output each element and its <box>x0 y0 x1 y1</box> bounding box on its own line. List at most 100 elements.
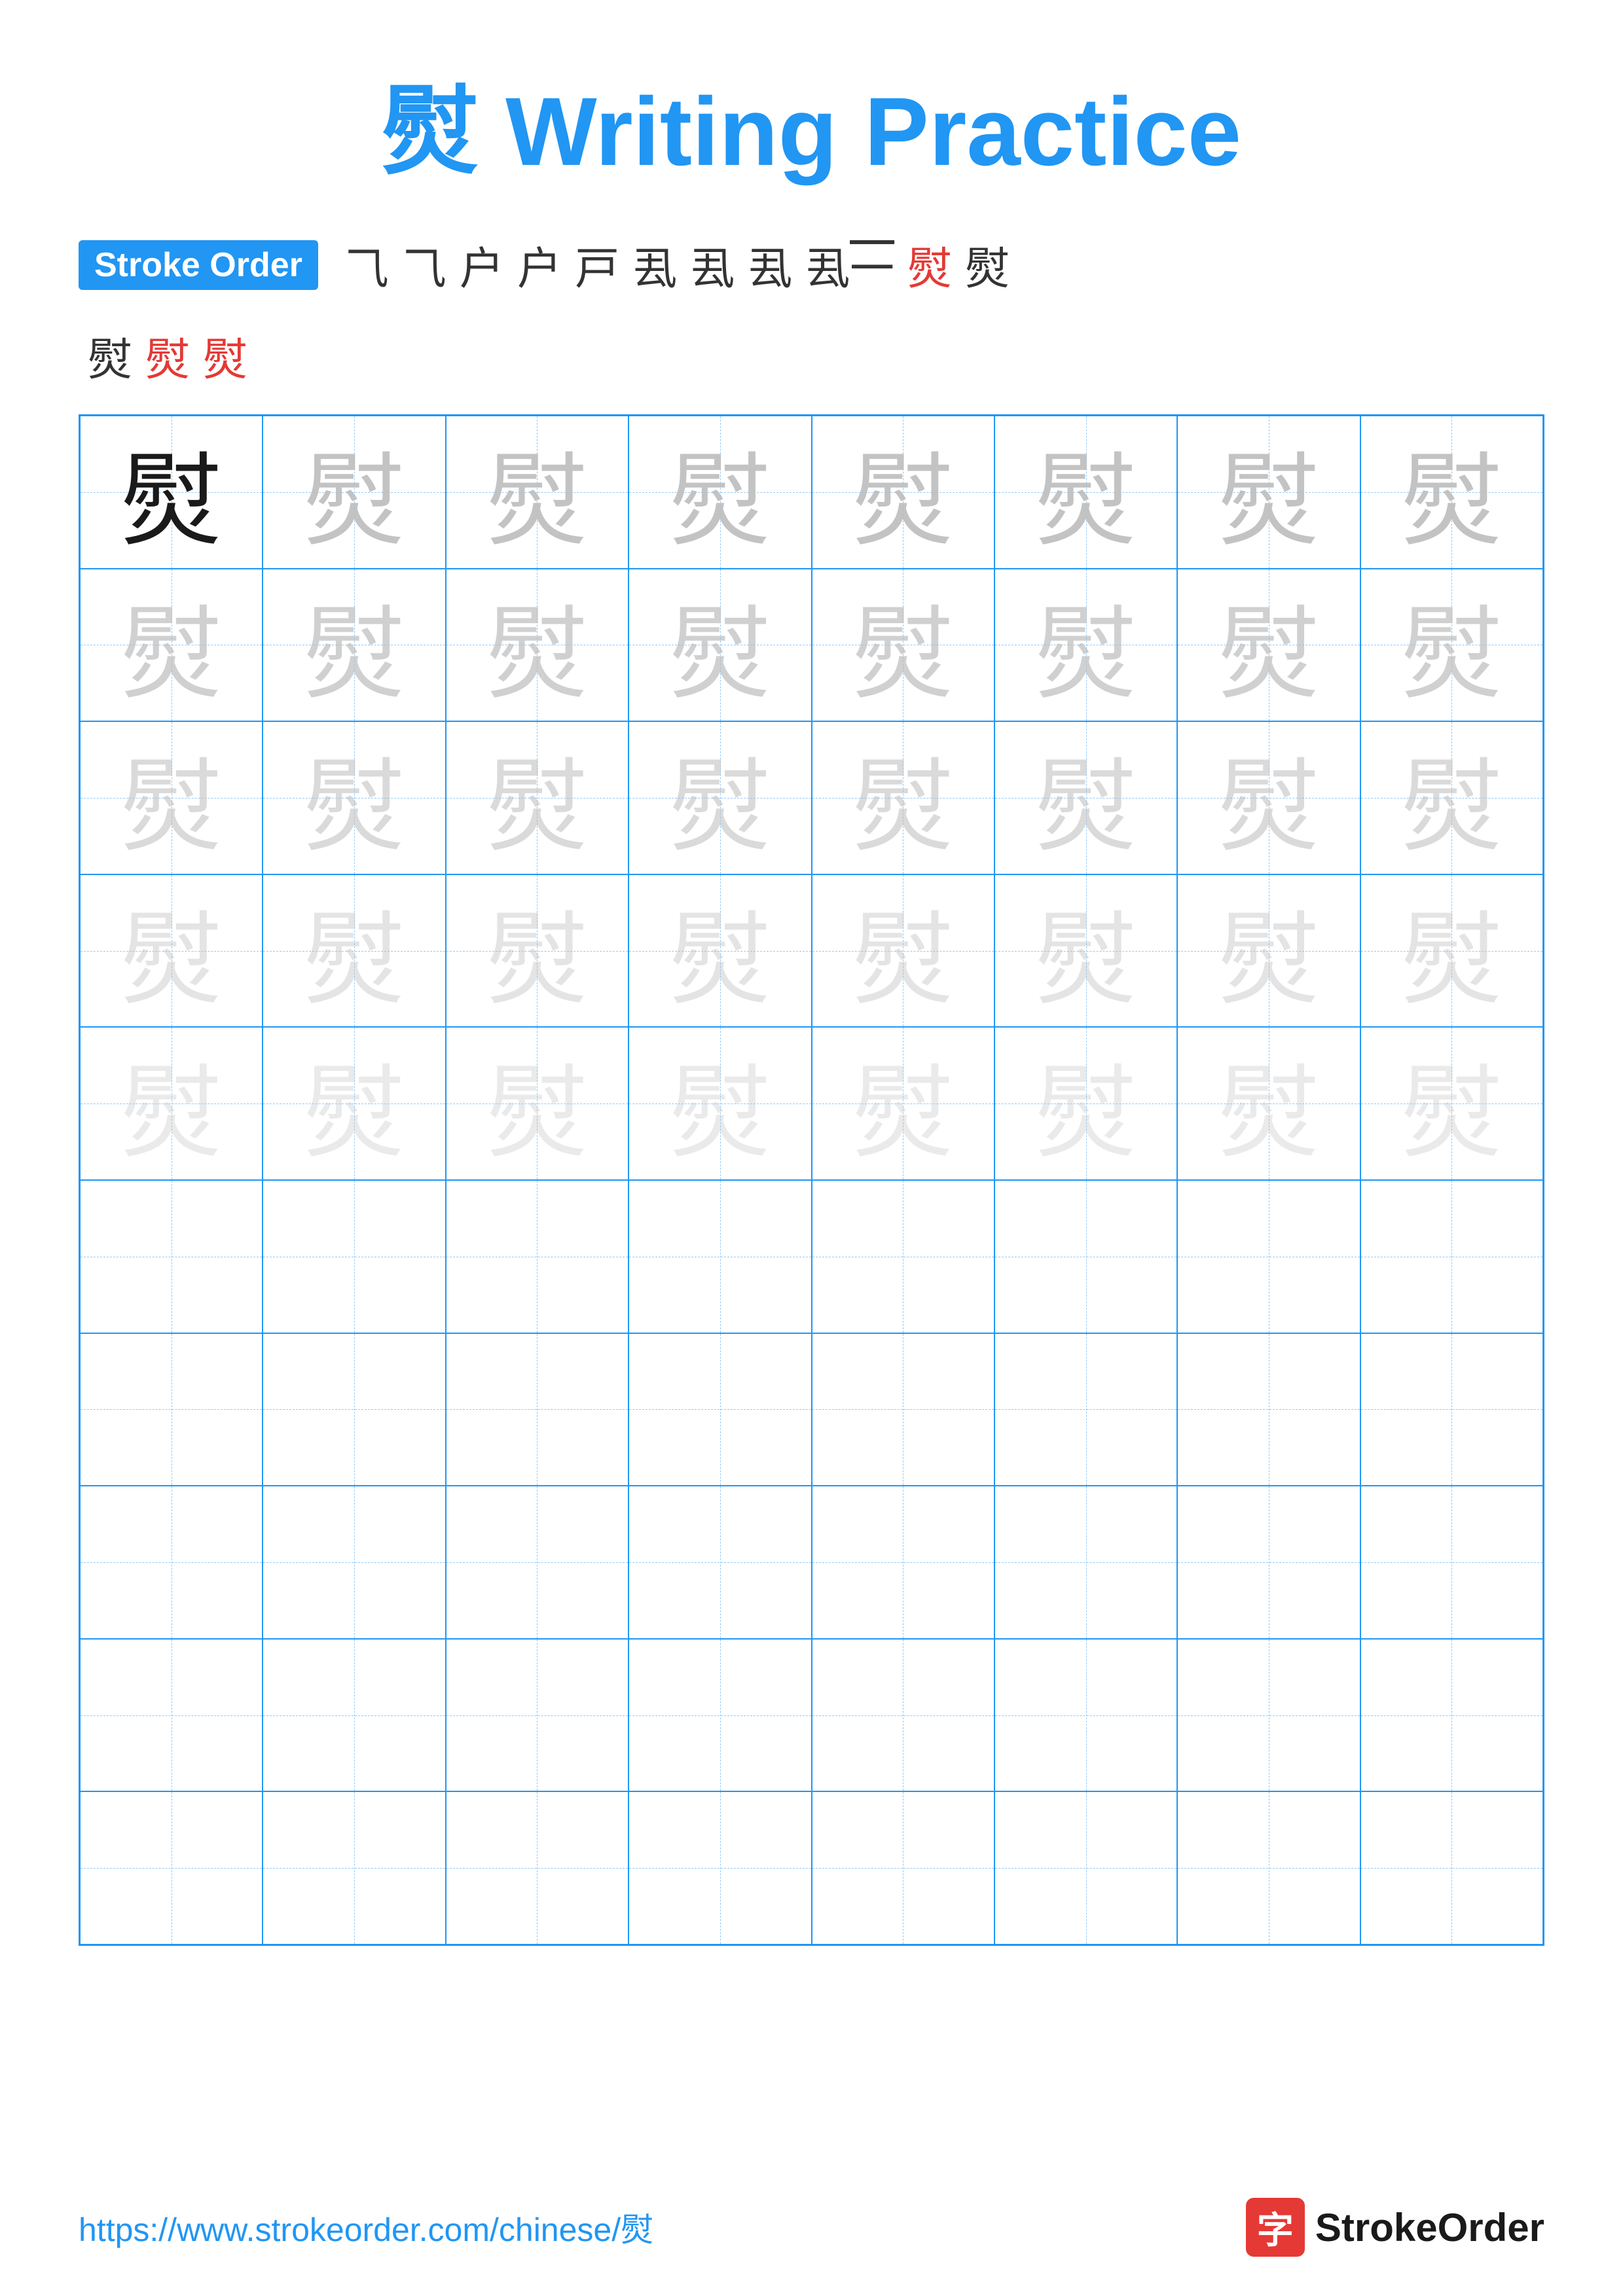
practice-char: 熨 <box>1035 571 1137 719</box>
practice-char: 熨 <box>669 1030 771 1177</box>
practice-char: 熨 <box>669 571 771 719</box>
empty-practice-cell[interactable] <box>994 1180 1177 1333</box>
empty-practice-cell[interactable] <box>994 1639 1177 1792</box>
empty-practice-cell[interactable] <box>1360 1333 1543 1486</box>
practice-char: 熨 <box>852 418 954 565</box>
grid-cell: 熨 <box>629 416 811 569</box>
practice-char: 熨 <box>304 877 405 1024</box>
practice-char: 熨 <box>852 571 954 719</box>
stroke-6: 厾 <box>632 232 677 297</box>
grid-cell: 熨 <box>1360 874 1543 1028</box>
practice-char: 熨 <box>486 877 588 1024</box>
grid-cell: 熨 <box>80 721 263 874</box>
footer-logo: 字 StrokeOrder <box>1246 2198 1544 2257</box>
stroke-3: 户 <box>460 232 504 297</box>
stroke-8: 厾 <box>748 232 792 297</box>
empty-practice-cell[interactable] <box>446 1791 629 1945</box>
practice-char: 熨 <box>1035 1030 1137 1177</box>
grid-cell: 熨 <box>263 721 445 874</box>
footer: https://www.strokeorder.com/chinese/熨 字 … <box>79 2198 1544 2257</box>
practice-char: 熨 <box>1218 724 1319 871</box>
grid-cell: 熨 <box>446 721 629 874</box>
grid-cell: 熨 <box>1177 721 1360 874</box>
empty-practice-cell[interactable] <box>80 1486 263 1639</box>
stroke-10: 熨 <box>907 232 952 297</box>
empty-practice-cell[interactable] <box>80 1180 263 1333</box>
practice-char: 熨 <box>1035 418 1137 565</box>
empty-practice-cell[interactable] <box>994 1333 1177 1486</box>
grid-cell: 熨 <box>629 569 811 722</box>
practice-char: 熨 <box>1218 877 1319 1024</box>
empty-practice-cell[interactable] <box>812 1486 994 1639</box>
empty-practice-cell[interactable] <box>1360 1639 1543 1792</box>
empty-practice-cell[interactable] <box>1360 1791 1543 1945</box>
empty-practice-cell[interactable] <box>629 1639 811 1792</box>
grid-cell: 熨 <box>80 874 263 1028</box>
grid-cell: 熨 <box>1177 1027 1360 1180</box>
empty-practice-cell[interactable] <box>1177 1486 1360 1639</box>
practice-char: 熨 <box>486 724 588 871</box>
empty-practice-cell[interactable] <box>80 1791 263 1945</box>
empty-practice-cell[interactable] <box>263 1486 445 1639</box>
practice-char: 熨 <box>304 418 405 565</box>
grid-cell: 熨 <box>263 569 445 722</box>
grid-cell: 熨 <box>80 1027 263 1180</box>
practice-char: 熨 <box>669 877 771 1024</box>
empty-practice-cell[interactable] <box>994 1486 1177 1639</box>
empty-practice-cell[interactable] <box>446 1639 629 1792</box>
empty-practice-cell[interactable] <box>263 1639 445 1792</box>
empty-practice-cell[interactable] <box>1177 1639 1360 1792</box>
empty-practice-cell[interactable] <box>80 1333 263 1486</box>
empty-practice-cell[interactable] <box>80 1639 263 1792</box>
grid-cell: 熨 <box>629 1027 811 1180</box>
grid-cell: 熨 <box>1360 721 1543 874</box>
empty-practice-cell[interactable] <box>629 1486 811 1639</box>
empty-practice-cell[interactable] <box>446 1486 629 1639</box>
empty-practice-cell[interactable] <box>1177 1333 1360 1486</box>
practice-char: 熨 <box>1035 877 1137 1024</box>
stroke-2: ⺄ <box>402 232 447 297</box>
grid-cell: 熨 <box>80 416 263 569</box>
empty-practice-cell[interactable] <box>1177 1180 1360 1333</box>
practice-char: 熨 <box>120 418 222 565</box>
stroke-chars-row2: 熨 熨 熨 <box>81 323 1544 388</box>
empty-practice-cell[interactable] <box>812 1333 994 1486</box>
empty-practice-cell[interactable] <box>446 1333 629 1486</box>
practice-char: 熨 <box>120 877 222 1024</box>
practice-char: 熨 <box>304 724 405 871</box>
empty-practice-cell[interactable] <box>263 1791 445 1945</box>
footer-url[interactable]: https://www.strokeorder.com/chinese/熨 <box>79 2204 653 2251</box>
stroke-5: 戸 <box>575 232 619 297</box>
practice-char: 熨 <box>486 418 588 565</box>
practice-char: 熨 <box>1401 418 1503 565</box>
empty-practice-cell[interactable] <box>446 1180 629 1333</box>
empty-practice-cell[interactable] <box>812 1180 994 1333</box>
grid-cell: 熨 <box>812 874 994 1028</box>
logo-name: StrokeOrder <box>1315 2205 1544 2250</box>
empty-practice-cell[interactable] <box>812 1791 994 1945</box>
grid-cell: 熨 <box>446 569 629 722</box>
empty-practice-cell[interactable] <box>629 1180 811 1333</box>
practice-char: 熨 <box>852 724 954 871</box>
empty-practice-cell[interactable] <box>1177 1791 1360 1945</box>
empty-practice-cell[interactable] <box>629 1333 811 1486</box>
empty-practice-cell[interactable] <box>263 1333 445 1486</box>
empty-practice-cell[interactable] <box>1360 1180 1543 1333</box>
stroke-9: 厾一 <box>805 232 894 297</box>
stroke-7: 厾 <box>690 232 735 297</box>
stroke-chars-row1: ⺄ ⺄ 户 户 戸 厾 厾 厾 厾一 熨 熨 <box>338 232 1016 297</box>
grid-cell: 熨 <box>80 569 263 722</box>
practice-char: 熨 <box>1218 571 1319 719</box>
grid-cell: 熨 <box>263 1027 445 1180</box>
logo-icon: 字 <box>1246 2198 1305 2257</box>
empty-practice-cell[interactable] <box>812 1639 994 1792</box>
empty-practice-cell[interactable] <box>629 1791 811 1945</box>
empty-practice-cell[interactable] <box>263 1180 445 1333</box>
practice-char: 熨 <box>1401 877 1503 1024</box>
empty-practice-cell[interactable] <box>994 1791 1177 1945</box>
practice-char: 熨 <box>304 1030 405 1177</box>
empty-practice-cell[interactable] <box>1360 1486 1543 1639</box>
grid-cell: 熨 <box>263 874 445 1028</box>
stroke-1: ⺄ <box>344 232 389 297</box>
grid-cell: 熨 <box>994 569 1177 722</box>
